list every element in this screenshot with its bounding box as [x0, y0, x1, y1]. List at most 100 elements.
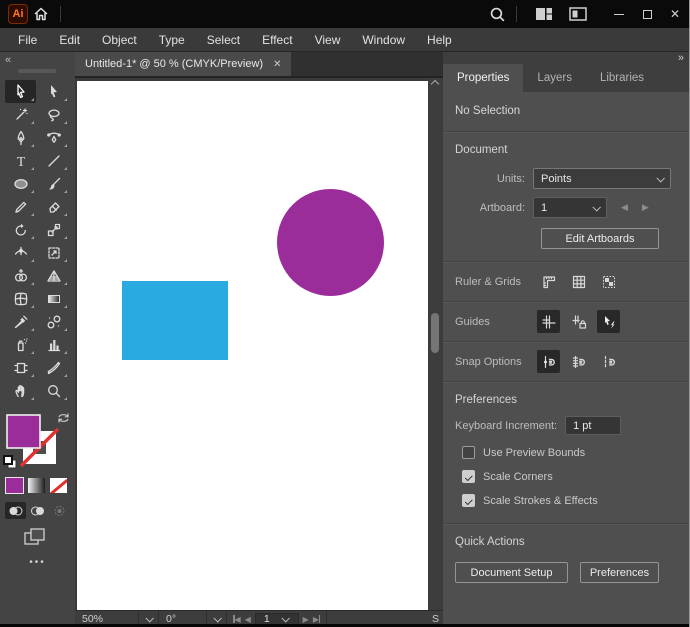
- curvature-tool[interactable]: [38, 126, 69, 149]
- minimize-button[interactable]: [605, 3, 633, 25]
- tab-properties[interactable]: Properties: [443, 64, 524, 92]
- arrange-documents-icon[interactable]: [565, 4, 591, 24]
- blue-rectangle-shape[interactable]: [122, 281, 228, 360]
- tab-layers[interactable]: Layers: [523, 64, 586, 92]
- menu-type[interactable]: Type: [149, 29, 195, 51]
- show-transparency-grid-icon[interactable]: [597, 270, 620, 293]
- column-graph-tool[interactable]: [38, 333, 69, 356]
- fill-swatch[interactable]: [6, 414, 41, 449]
- scale-strokes-effects-row[interactable]: Scale Strokes & Effects: [455, 494, 677, 507]
- hand-tool[interactable]: [5, 379, 36, 402]
- collapse-tools-icon[interactable]: «: [5, 54, 11, 66]
- edit-artboards-button[interactable]: Edit Artboards: [541, 228, 659, 249]
- scale-corners-checkbox[interactable]: [462, 470, 475, 483]
- use-preview-bounds-row[interactable]: Use Preview Bounds: [455, 446, 677, 459]
- scale-corners-row[interactable]: Scale Corners: [455, 470, 677, 483]
- scrollbar-thumb[interactable]: [431, 313, 439, 353]
- color-button[interactable]: [5, 477, 24, 494]
- mesh-tool[interactable]: [5, 287, 36, 310]
- search-icon[interactable]: [484, 4, 510, 24]
- free-transform-tool[interactable]: [38, 241, 69, 264]
- smart-guides-icon[interactable]: [597, 310, 620, 333]
- scale-tool[interactable]: [38, 218, 69, 241]
- menu-view[interactable]: View: [305, 29, 351, 51]
- snap-to-point-icon[interactable]: [537, 350, 560, 373]
- menu-edit[interactable]: Edit: [49, 29, 90, 51]
- scroll-up-icon[interactable]: [430, 79, 440, 89]
- next-artboard-arrow-icon[interactable]: ▶: [642, 202, 649, 213]
- perspective-grid-tool[interactable]: [38, 264, 69, 287]
- collapse-panels-icon[interactable]: »: [678, 52, 684, 64]
- canvas[interactable]: [75, 78, 443, 610]
- lasso-tool[interactable]: [38, 103, 69, 126]
- none-button[interactable]: [50, 478, 67, 493]
- shape-builder-tool[interactable]: [5, 264, 36, 287]
- artboard-tool[interactable]: [5, 356, 36, 379]
- document-tab-close-icon[interactable]: ✕: [273, 59, 281, 70]
- lock-guides-icon[interactable]: [567, 310, 590, 333]
- document-tab[interactable]: Untitled-1* @ 50 % (CMYK/Preview) ✕: [75, 52, 292, 76]
- menu-effect[interactable]: Effect: [252, 29, 302, 51]
- artboard-dropdown-icon[interactable]: [281, 614, 290, 623]
- scale-corners-label: Scale Corners: [483, 470, 553, 483]
- artboard[interactable]: [77, 81, 428, 610]
- width-tool[interactable]: [5, 241, 36, 264]
- scale-strokes-effects-checkbox[interactable]: [462, 494, 475, 507]
- gradient-tool[interactable]: [38, 287, 69, 310]
- show-grid-icon[interactable]: [567, 270, 590, 293]
- paintbrush-tool[interactable]: [38, 172, 69, 195]
- slice-tool[interactable]: [38, 356, 69, 379]
- svg-text:T: T: [16, 155, 25, 169]
- selection-tool[interactable]: [5, 80, 36, 103]
- tools-panel-grip[interactable]: [18, 69, 56, 73]
- show-guides-icon[interactable]: [537, 310, 560, 333]
- pen-tool[interactable]: [5, 126, 36, 149]
- use-preview-bounds-checkbox[interactable]: [462, 446, 475, 459]
- previous-artboard-arrow-icon[interactable]: ◀: [621, 202, 628, 213]
- ellipse-tool[interactable]: [5, 172, 36, 195]
- type-tool[interactable]: T: [5, 149, 36, 172]
- blend-tool[interactable]: [38, 310, 69, 333]
- preferences-button[interactable]: Preferences: [580, 562, 659, 583]
- artboard-select[interactable]: 1: [533, 197, 607, 218]
- units-select[interactable]: Points: [533, 168, 671, 189]
- artboard-label: Artboard:: [479, 201, 525, 214]
- symbol-sprayer-tool[interactable]: [5, 333, 36, 356]
- rotate-tool[interactable]: [5, 218, 36, 241]
- close-button[interactable]: ✕: [661, 3, 689, 25]
- show-rulers-icon[interactable]: [537, 270, 560, 293]
- default-fill-stroke-icon[interactable]: [3, 455, 17, 472]
- zoom-tool[interactable]: [38, 379, 69, 402]
- maximize-button[interactable]: [633, 3, 661, 25]
- magic-wand-tool[interactable]: [5, 103, 36, 126]
- keyboard-increment-field[interactable]: 1 pt: [565, 416, 622, 435]
- document-setup-button[interactable]: Document Setup: [455, 562, 568, 583]
- menu-window[interactable]: Window: [352, 29, 415, 51]
- pencil-tool[interactable]: [5, 195, 36, 218]
- eyedropper-tool[interactable]: [5, 310, 36, 333]
- color-mode-row: [5, 477, 67, 494]
- gradient-button[interactable]: [28, 478, 45, 493]
- snap-to-pixel-icon[interactable]: [597, 350, 620, 373]
- home-icon[interactable]: [28, 4, 54, 24]
- menu-object[interactable]: Object: [92, 29, 147, 51]
- previous-artboard-icon[interactable]: ◀: [245, 615, 251, 624]
- draw-normal-mode-icon[interactable]: [5, 502, 26, 519]
- menu-help[interactable]: Help: [417, 29, 462, 51]
- edit-toolbar-icon[interactable]: •••: [0, 557, 75, 568]
- screen-mode-icon[interactable]: [24, 528, 46, 549]
- line-segment-tool[interactable]: [38, 149, 69, 172]
- vertical-scrollbar[interactable]: [429, 78, 442, 610]
- draw-behind-mode-icon[interactable]: [27, 502, 48, 519]
- menu-select[interactable]: Select: [197, 29, 250, 51]
- menu-file[interactable]: File: [8, 29, 47, 51]
- eraser-tool[interactable]: [38, 195, 69, 218]
- workspace-switcher-icon[interactable]: [531, 4, 557, 24]
- purple-circle-shape[interactable]: [277, 189, 384, 296]
- keyboard-increment-label: Keyboard Increment:: [455, 419, 558, 432]
- direct-selection-tool[interactable]: [38, 80, 69, 103]
- next-artboard-icon[interactable]: ▶: [303, 615, 309, 624]
- snap-to-grid-icon[interactable]: [567, 350, 590, 373]
- tab-libraries[interactable]: Libraries: [586, 64, 658, 92]
- swap-fill-stroke-icon[interactable]: [57, 412, 70, 427]
